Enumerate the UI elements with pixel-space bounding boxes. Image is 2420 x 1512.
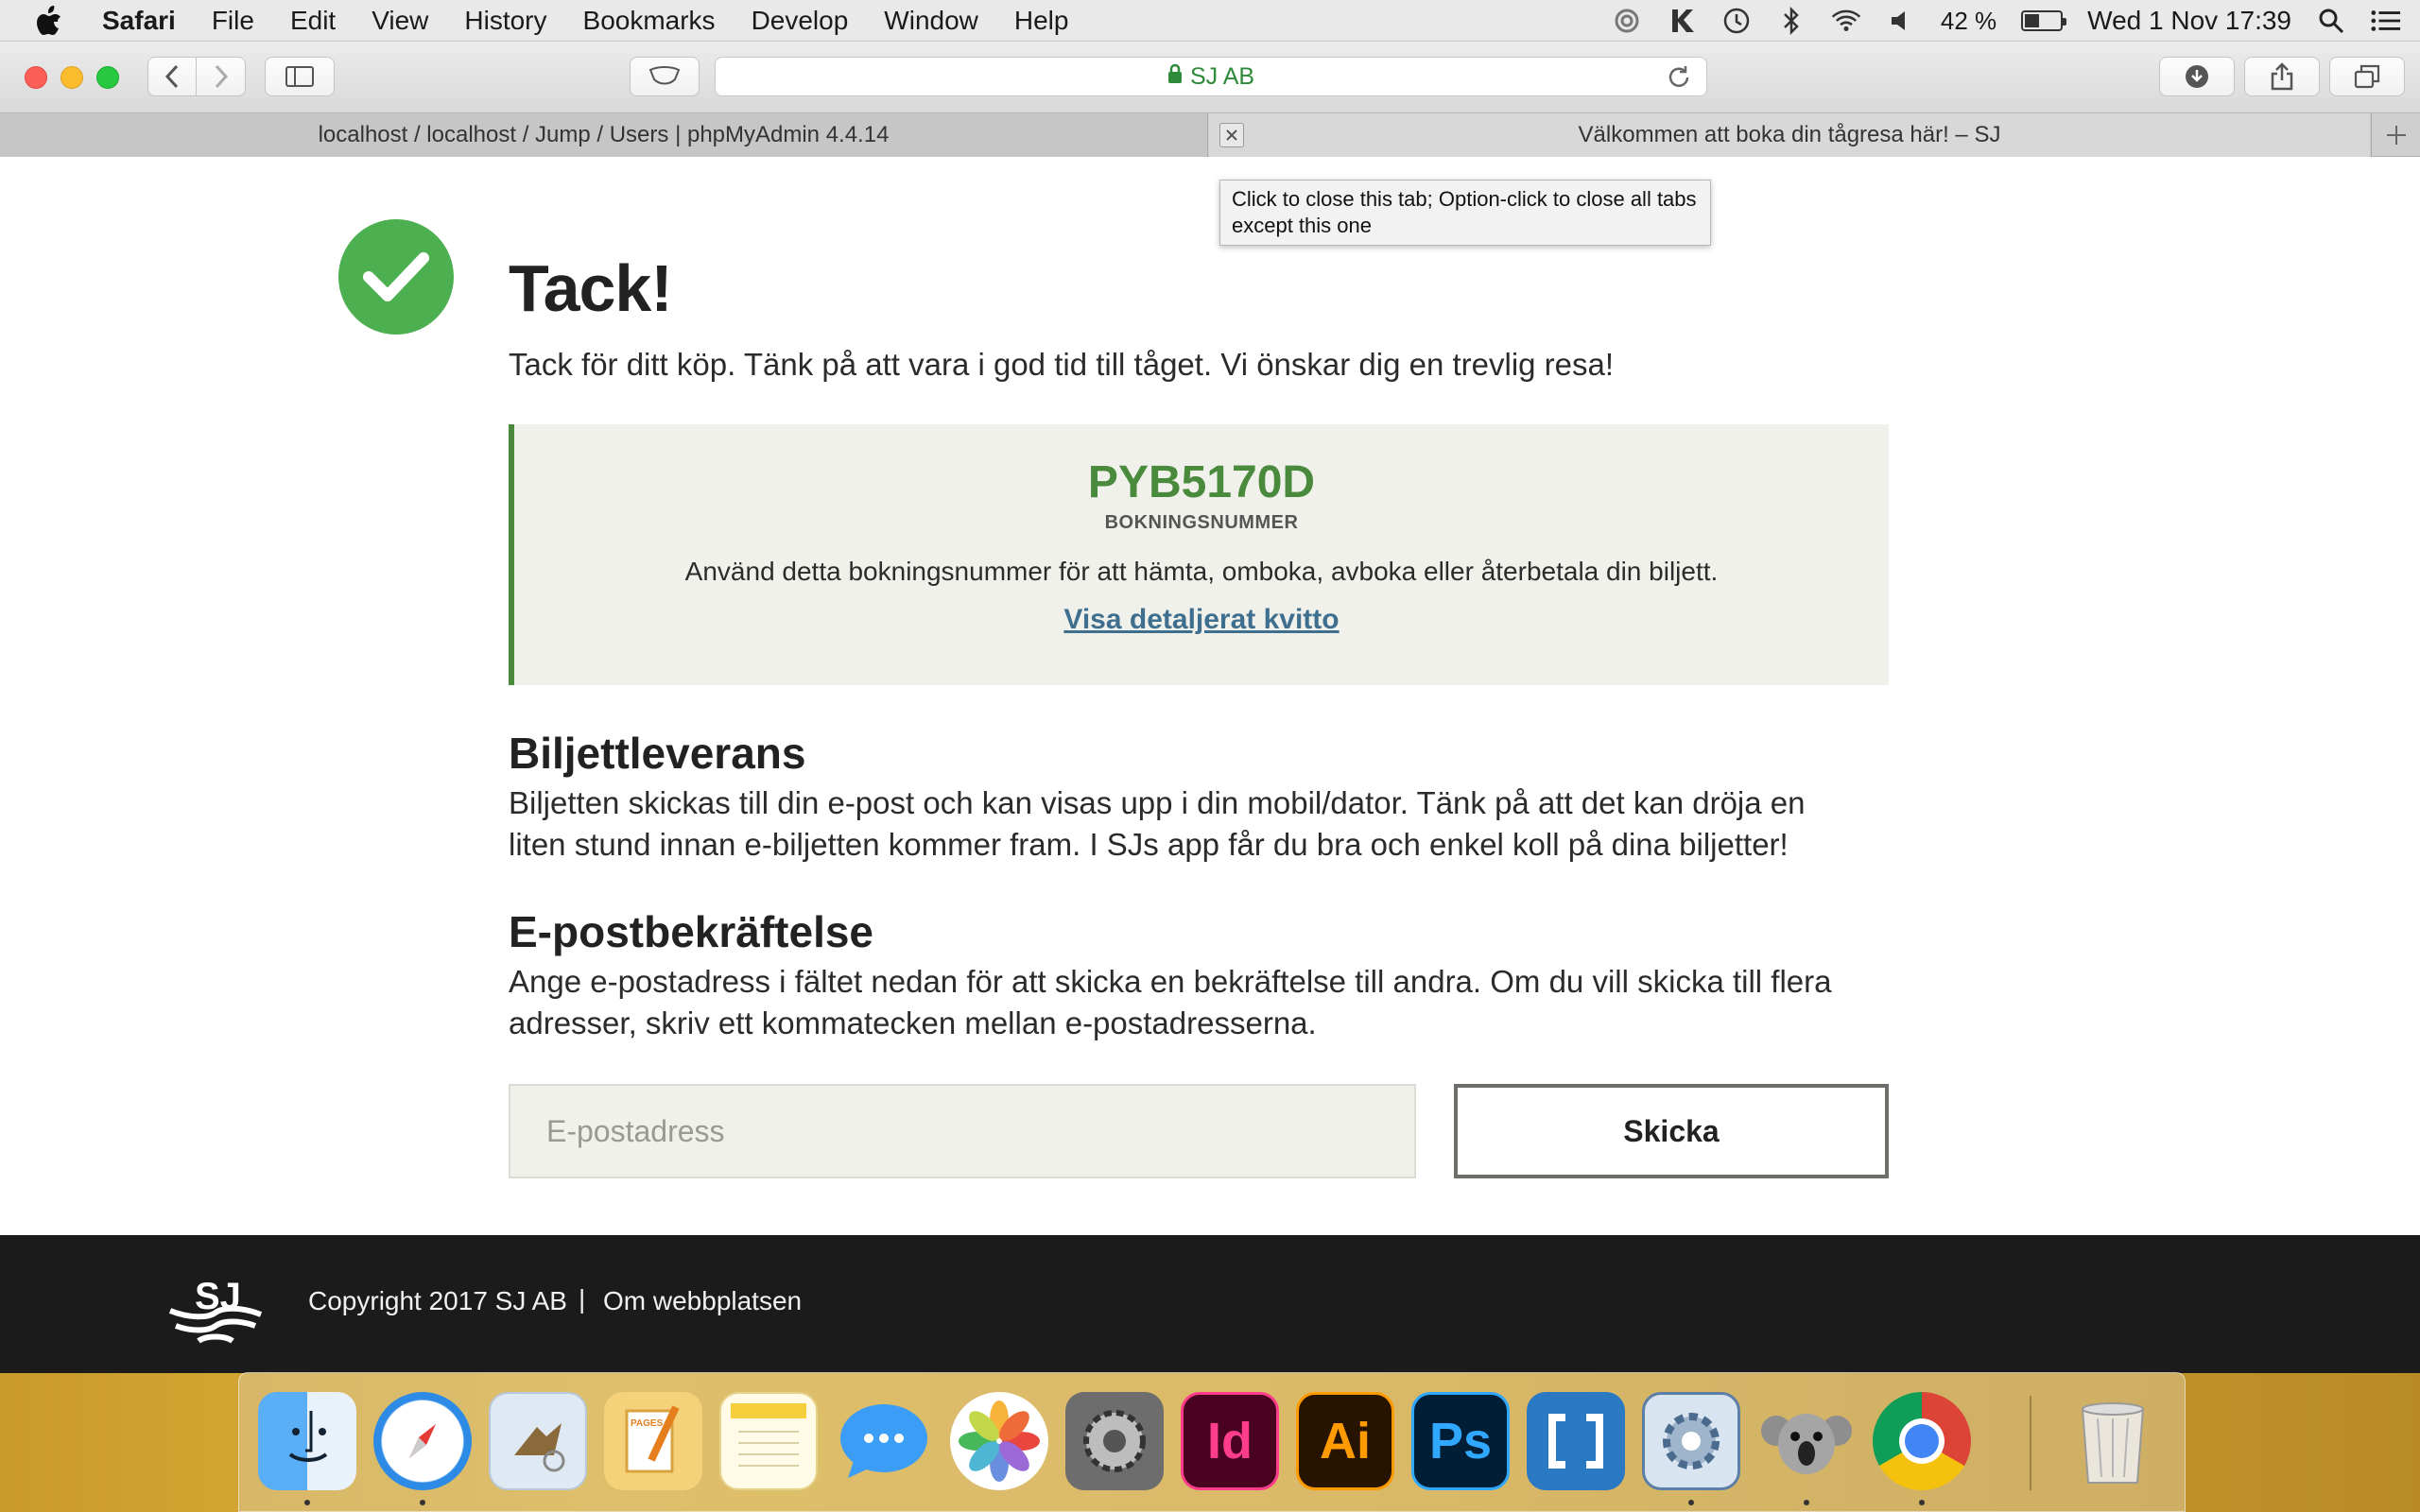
tab-phpmyadmin[interactable]: localhost / localhost / Jump / Users | p… — [0, 113, 1208, 157]
email-input[interactable] — [509, 1084, 1416, 1178]
tab-close-tooltip: Click to close this tab; Option-click to… — [1219, 180, 1711, 246]
running-indicator — [1919, 1500, 1925, 1505]
zoom-window-button[interactable] — [96, 66, 119, 89]
photoshop-icon[interactable]: Ps — [1411, 1392, 1510, 1490]
menu-bookmarks[interactable]: Bookmarks — [583, 6, 716, 36]
photos-icon[interactable] — [950, 1392, 1048, 1490]
forward-button[interactable] — [197, 58, 245, 95]
menu-bar: Safari File Edit View History Bookmarks … — [0, 0, 2420, 42]
tabs-overview-button[interactable] — [2329, 57, 2405, 96]
sync-icon[interactable] — [1612, 6, 1642, 36]
delivery-text-line1: Biljetten skickas till din e-post och ka… — [509, 785, 1806, 820]
battery-percent: 42 % — [1940, 6, 1997, 35]
delivery-text-line2: liten stund innan e-biljetten kommer fra… — [509, 827, 1789, 862]
apple-icon[interactable] — [36, 5, 74, 36]
browser-toolbar: SJ AB — [0, 42, 2420, 113]
downloads-button[interactable] — [2159, 57, 2235, 96]
menu-history[interactable]: History — [464, 6, 546, 36]
send-button[interactable]: Skicka — [1454, 1084, 1889, 1178]
reader-button[interactable] — [630, 57, 700, 96]
email-text-line2: adresser, skriv ett kommatecken mellan e… — [509, 1005, 1317, 1040]
footer-separator: | — [579, 1284, 586, 1314]
safari-icon[interactable] — [373, 1392, 472, 1490]
share-button[interactable] — [2244, 57, 2320, 96]
mail-icon[interactable] — [489, 1392, 587, 1490]
keyboard-k-icon[interactable] — [1667, 6, 1697, 36]
copyright-text: Copyright 2017 SJ AB — [308, 1286, 567, 1315]
booking-box: PYB5170D BOKNINGSNUMMER Använd detta bok… — [509, 424, 1889, 685]
running-indicator — [304, 1500, 310, 1505]
battery-icon[interactable] — [2021, 10, 2067, 31]
illustrator-icon[interactable]: Ai — [1296, 1392, 1394, 1490]
running-indicator — [1804, 1500, 1809, 1505]
svg-text:PAGES: PAGES — [631, 1418, 664, 1429]
new-tab-button[interactable] — [2371, 113, 2420, 157]
dock-divider — [2030, 1396, 2031, 1490]
trash-icon[interactable] — [2064, 1392, 2162, 1490]
sj-logo[interactable]: SJ — [166, 1271, 265, 1350]
dock: PAGES Id Ai Ps — [238, 1372, 2186, 1512]
share-icon — [2271, 62, 2293, 91]
booking-number: PYB5170D — [1087, 457, 1316, 507]
about-link[interactable]: Om webbplatsen — [603, 1286, 802, 1316]
close-tab-icon[interactable] — [1219, 123, 1244, 147]
menu-edit[interactable]: Edit — [290, 6, 336, 36]
indesign-icon[interactable]: Id — [1181, 1392, 1279, 1490]
running-indicator — [420, 1500, 425, 1505]
back-button[interactable] — [148, 58, 198, 95]
status-area: 42 % Wed 1 Nov 17:39 — [1612, 0, 2401, 42]
menu-file[interactable]: File — [212, 6, 254, 36]
tab-title: Välkommen att boka din tågresa här! – SJ — [1578, 122, 2001, 147]
shield-reader-icon — [648, 66, 681, 85]
plus-icon — [2386, 126, 2406, 145]
download-icon — [2186, 65, 2208, 88]
booking-number-label: BOKNINGSNUMMER — [1104, 512, 1299, 533]
navigation-buttons — [147, 57, 246, 96]
sidebar-icon — [285, 66, 314, 87]
checkmark-icon — [338, 219, 454, 335]
finder-icon[interactable] — [258, 1392, 356, 1490]
messages-icon[interactable] — [835, 1392, 933, 1490]
tabs-icon — [2354, 64, 2380, 89]
address-bar[interactable]: SJ AB — [715, 57, 1707, 96]
time-machine-icon[interactable] — [1721, 6, 1752, 36]
lock-icon — [1167, 63, 1183, 91]
reload-icon[interactable] — [1665, 63, 1693, 92]
clock[interactable]: Wed 1 Nov 17:39 — [2087, 6, 2291, 36]
page-content: Tack! Tack för ditt köp. Tänk på att var… — [0, 158, 2420, 1235]
booking-description: Använd detta bokningsnummer för att hämt… — [684, 557, 1719, 586]
utility-gear-icon[interactable] — [1642, 1392, 1740, 1490]
close-window-button[interactable] — [25, 66, 47, 89]
system-preferences-icon[interactable] — [1065, 1392, 1164, 1490]
delivery-title: Biljettleverans — [509, 729, 806, 778]
pages-icon[interactable]: PAGES — [604, 1392, 702, 1490]
tab-sj[interactable]: Välkommen att boka din tågresa här! – SJ — [1209, 113, 2370, 157]
minimize-window-button[interactable] — [60, 66, 83, 89]
menu-develop[interactable]: Develop — [752, 6, 849, 36]
koala-icon[interactable] — [1757, 1392, 1856, 1490]
page-title: Tack! — [509, 251, 673, 325]
email-text-line1: Ange e-postadress i fältet nedan för att… — [509, 964, 1832, 999]
sidebar-toggle-button[interactable] — [265, 57, 335, 96]
menu-help[interactable]: Help — [1014, 6, 1069, 36]
volume-icon[interactable] — [1886, 6, 1916, 36]
menu-view[interactable]: View — [372, 6, 428, 36]
notes-icon[interactable] — [719, 1392, 818, 1490]
footer: SJ Copyright 2017 SJ AB | Om webbplatsen — [0, 1235, 2420, 1373]
notification-list-icon[interactable] — [2371, 6, 2401, 36]
address-text: SJ AB — [1189, 62, 1255, 90]
running-indicator — [1688, 1500, 1694, 1505]
menu-app-name[interactable]: Safari — [102, 6, 176, 36]
spotlight-icon[interactable] — [2316, 6, 2346, 36]
tab-title: localhost / localhost / Jump / Users | p… — [318, 122, 890, 147]
brackets-icon[interactable] — [1527, 1392, 1625, 1490]
chrome-icon[interactable] — [1873, 1392, 1971, 1490]
menu-window[interactable]: Window — [884, 6, 978, 36]
email-title: E-postbekräftelse — [509, 907, 874, 956]
receipt-link[interactable]: Visa detaljerat kvitto — [1063, 604, 1339, 636]
intro-text: Tack för ditt köp. Tänk på att vara i go… — [509, 347, 1615, 382]
bluetooth-icon[interactable] — [1776, 6, 1806, 36]
wifi-icon[interactable] — [1831, 6, 1861, 36]
tab-bar: localhost / localhost / Jump / Users | p… — [0, 113, 2420, 157]
